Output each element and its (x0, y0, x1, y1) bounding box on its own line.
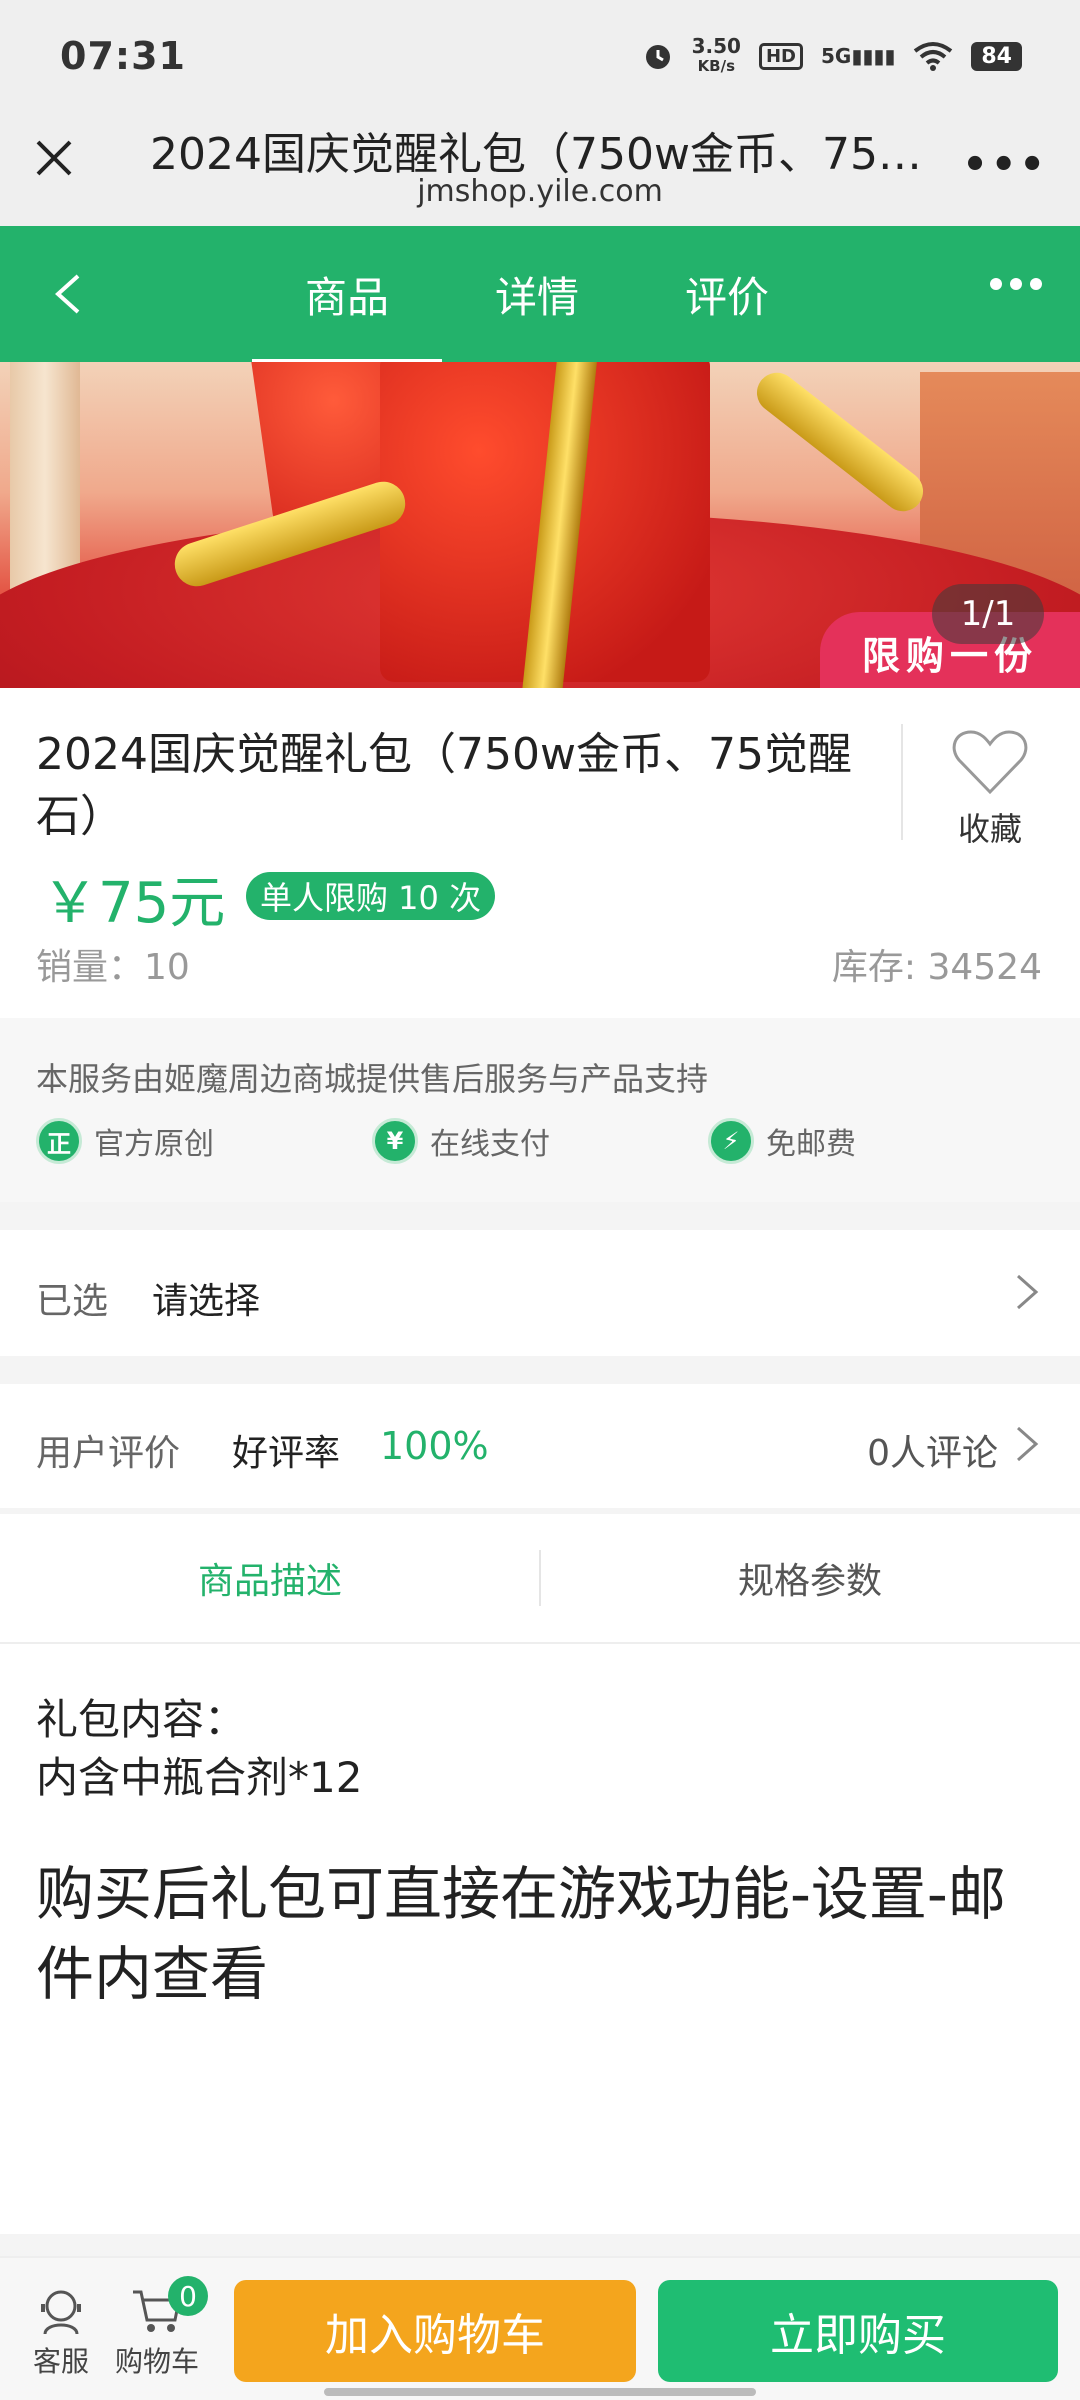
home-indicator[interactable] (324, 2388, 756, 2396)
tab-specs[interactable]: 规格参数 (540, 1514, 1080, 1642)
description-tabs: 商品描述 规格参数 (0, 1514, 1080, 1644)
more-icon[interactable]: ••• (962, 142, 1048, 188)
chevron-right-icon (1017, 1274, 1039, 1310)
buy-now-button[interactable]: 立即购买 (658, 2280, 1058, 2382)
tab-product[interactable]: 商品 (252, 226, 442, 362)
favorite-button[interactable]: 收藏 (940, 728, 1040, 850)
status-icons: 3.50 KB/s HD 5G▮▮▮▮ 84 (642, 36, 1022, 76)
page-title: 2024国庆觉醒礼包（750w金币、75… (150, 129, 922, 180)
nav-more-icon[interactable] (990, 278, 1042, 290)
rating-label: 好评率 (232, 1433, 341, 1474)
sales-count: 销量：10 (36, 947, 190, 988)
selected-value: 请选择 (152, 1281, 261, 1322)
yuan-icon: ¥ (372, 1118, 418, 1164)
cart-count-badge: 0 (168, 2276, 208, 2316)
heart-icon (952, 730, 1028, 795)
tab-details[interactable]: 详情 (442, 226, 632, 362)
signal-icon: 5G▮▮▮▮ (821, 44, 896, 68)
lightning-icon: ⚡ (708, 1118, 754, 1164)
service-item-payment: ¥ 在线支付 (372, 1118, 550, 1164)
service-item-original: 正 官方原创 (36, 1118, 214, 1164)
status-bar: 07:31 3.50 KB/s HD 5G▮▮▮▮ 84 (0, 0, 1080, 112)
status-time: 07:31 (60, 34, 186, 78)
browser-bar: 2024国庆觉醒礼包（750w金币、75… jmshop.yile.com ••… (0, 112, 1080, 226)
customer-service-label: 客服 (32, 2345, 89, 2378)
purchase-limit-badge: 单人限购 10 次 (246, 872, 496, 920)
product-banner[interactable]: 限购一份 1/1 (0, 362, 1080, 688)
review-count: 0人评论 (867, 1433, 998, 1474)
product-info: 2024国庆觉醒礼包（750w金币、75觉醒石） 收藏 ￥75元 单人限购 10… (0, 688, 1080, 1018)
service-text: 本服务由姬魔周边商城提供售后服务与产品支持 (36, 1060, 709, 1098)
back-icon[interactable] (48, 272, 88, 316)
rating-value: 100% (380, 1424, 489, 1468)
option-select-row[interactable]: 已选 请选择 (0, 1230, 1080, 1356)
chevron-right-icon (1017, 1426, 1039, 1462)
price: ￥75元 (42, 871, 226, 936)
product-title: 2024国庆觉醒礼包（750w金币、75觉醒石） (36, 729, 852, 842)
stock-count: 库存: 34524 (831, 947, 1042, 988)
battery-icon: 84 (971, 41, 1022, 71)
cart-label: 购物车 (114, 2345, 199, 2378)
customer-service-button[interactable]: 客服 (16, 2286, 106, 2380)
image-counter: 1/1 (932, 584, 1044, 644)
tab-reviews[interactable]: 评价 (632, 226, 822, 362)
description-note: 购买后礼包可直接在游戏功能-设置-邮件内查看 (36, 1860, 1006, 2008)
wifi-icon (914, 42, 953, 71)
cart-button[interactable]: 购物车 0 (112, 2276, 208, 2380)
tab-description[interactable]: 商品描述 (0, 1514, 540, 1642)
description-line: 礼包内容： (36, 1695, 247, 1744)
certified-icon: 正 (36, 1118, 82, 1164)
page-url: jmshop.yile.com (417, 174, 663, 209)
selected-label: 已选 (36, 1281, 109, 1322)
review-label: 用户评价 (36, 1433, 181, 1474)
network-speed: 3.50 KB/s (691, 34, 741, 75)
bottom-action-bar: 客服 购物车 0 加入购物车 立即购买 (0, 2256, 1080, 2400)
headset-icon (41, 2290, 81, 2335)
description-line: 内含中瓶合剂*12 (36, 1753, 363, 1802)
description-content: 礼包内容： 内含中瓶合剂*12 购买后礼包可直接在游戏功能-设置-邮件内查看 (0, 1644, 1080, 2234)
review-row[interactable]: 用户评价 好评率 100% 0人评论 (0, 1384, 1080, 1508)
nav-bar: 商品 详情 评价 (0, 226, 1080, 362)
favorite-label: 收藏 (957, 810, 1022, 848)
service-info: 本服务由姬魔周边商城提供售后服务与产品支持 正 官方原创 ¥ 在线支付 ⚡ 免邮… (0, 1018, 1080, 1202)
service-item-shipping: ⚡ 免邮费 (708, 1118, 856, 1164)
add-to-cart-button[interactable]: 加入购物车 (234, 2280, 636, 2382)
alarm-icon (645, 45, 670, 69)
nav-tabs: 商品 详情 评价 (252, 226, 822, 362)
ribbon (748, 364, 932, 520)
hd-icon: HD (758, 42, 803, 70)
divider (901, 724, 903, 840)
